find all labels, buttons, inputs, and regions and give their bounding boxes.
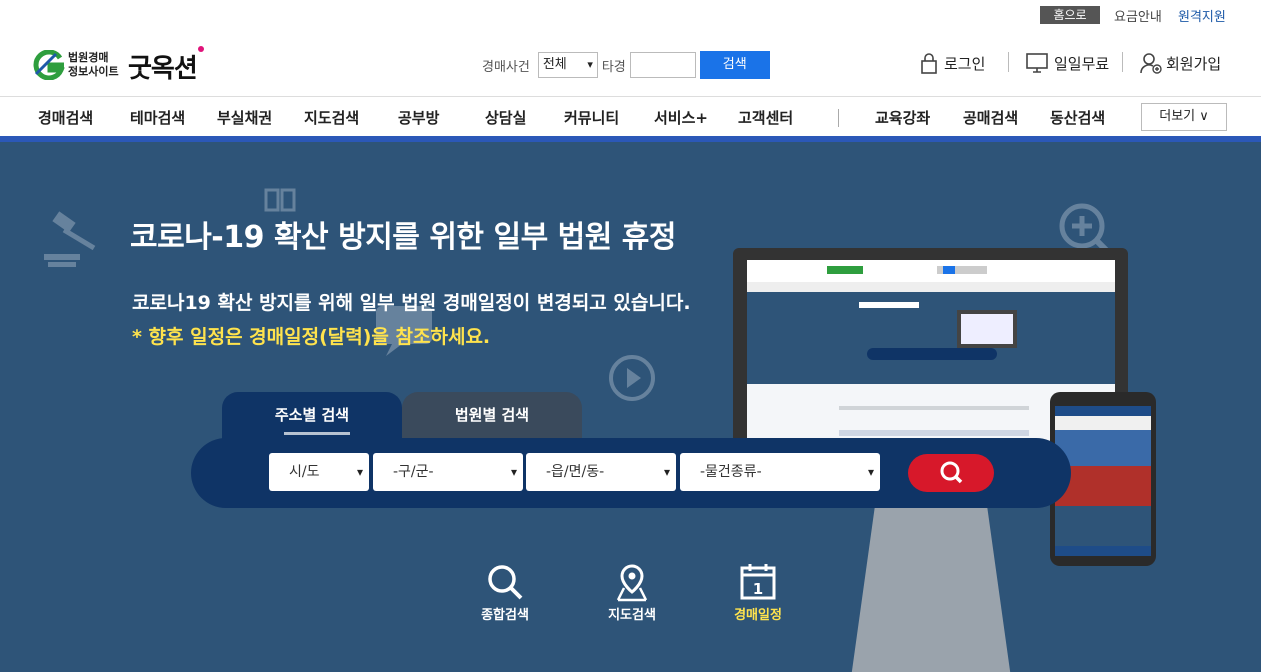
address-search-bar: 시/도 -구/군- -읍/면/동- -물건종류- xyxy=(191,438,1071,508)
hero-description: 코로나19 확산 방지를 위해 일부 법원 경매일정이 변경되고 있습니다. xyxy=(132,292,691,314)
case-number-input[interactable] xyxy=(629,52,696,78)
case-search-button[interactable]: 검색 xyxy=(699,51,770,79)
site-logo[interactable]: 법원경매 정보사이트 굿옥션 xyxy=(30,46,210,84)
hero-title: 코로나-19 확산 방지를 위한 일부 법원 휴정 xyxy=(130,220,676,255)
nav-item-public-auction[interactable]: 공매검색 xyxy=(963,107,1018,128)
more-button[interactable]: 더보기 ∨ xyxy=(1141,103,1227,131)
account-divider xyxy=(1122,52,1123,72)
sido-select[interactable]: 시/도 xyxy=(269,453,369,491)
book-icon xyxy=(264,188,296,212)
search-icon xyxy=(940,461,963,484)
nav-divider xyxy=(838,109,839,127)
case-search: 경매사건 전체 타경 검색 xyxy=(482,50,770,80)
nav-item-npl[interactable]: 부실채권 xyxy=(217,107,272,128)
property-type-select[interactable]: -물건종류- xyxy=(680,453,880,491)
daily-free-label: 일일무료 xyxy=(1054,54,1110,73)
nav-item-theme-search[interactable]: 테마검색 xyxy=(130,107,185,128)
map-pin-icon xyxy=(616,564,648,602)
case-search-label: 경매사건 xyxy=(482,59,530,75)
user-add-icon xyxy=(1140,53,1162,74)
tab-address-search[interactable]: 주소별 검색 xyxy=(222,392,402,440)
quick-schedule-label: 경매일정 xyxy=(734,608,782,623)
join-link[interactable]: 회원가입 xyxy=(1140,48,1221,78)
quick-map-label: 지도검색 xyxy=(608,608,656,623)
nav-item-education[interactable]: 교육강좌 xyxy=(875,107,930,128)
quick-total-label: 종합검색 xyxy=(481,608,529,623)
hero-note[interactable]: * 향후 일정은 경매일정(달력)을 참조하세요. xyxy=(132,322,490,349)
svg-text:1: 1 xyxy=(753,580,763,598)
quick-auction-schedule[interactable]: 1 경매일정 xyxy=(713,562,803,623)
header: 법원경매 정보사이트 굿옥션 경매사건 전체 타경 검색 로그인 일일무료 xyxy=(0,30,1261,96)
logo-mark-icon xyxy=(33,50,65,80)
quick-total-search[interactable]: 종합검색 xyxy=(460,562,550,623)
nav-item-map-search[interactable]: 지도검색 xyxy=(304,107,359,128)
quick-map-search[interactable]: 지도검색 xyxy=(587,562,677,623)
monitor-icon xyxy=(1026,53,1048,73)
remote-support-link[interactable]: 원격지원 xyxy=(1178,6,1226,25)
address-search-button[interactable] xyxy=(908,454,994,492)
dong-select[interactable]: -읍/면/동- xyxy=(526,453,676,491)
home-link[interactable]: 홈으로 xyxy=(1040,6,1100,24)
logo-line1: 법원경매 xyxy=(68,51,109,64)
play-icon xyxy=(609,355,655,401)
top-utility-bar: 홈으로 요금안내 원격지원 xyxy=(0,0,1261,30)
logo-dot xyxy=(198,46,204,52)
account-divider xyxy=(1008,52,1009,72)
tab-court-search[interactable]: 법원별 검색 xyxy=(402,392,582,440)
nav-item-movables[interactable]: 동산검색 xyxy=(1050,107,1105,128)
calendar-icon: 1 xyxy=(740,564,776,600)
nav-item-consult[interactable]: 상담실 xyxy=(485,107,526,128)
lock-icon xyxy=(921,53,937,74)
fee-info-link[interactable]: 요금안내 xyxy=(1114,6,1162,25)
nav-item-support[interactable]: 고객센터 xyxy=(738,107,793,128)
magnifier-icon xyxy=(488,565,523,600)
hero-banner: 코로나-19 확산 방지를 위한 일부 법원 휴정 코로나19 확산 방지를 위… xyxy=(0,142,1261,672)
logo-line2: 정보사이트 xyxy=(68,65,119,78)
case-court-select[interactable]: 전체 xyxy=(537,52,598,78)
gavel-icon xyxy=(44,211,96,267)
nav-item-community[interactable]: 커뮤니티 xyxy=(564,107,619,128)
daily-free-link[interactable]: 일일무료 xyxy=(1026,48,1109,78)
nav-item-auction-search[interactable]: 경매검색 xyxy=(38,107,93,128)
login-label: 로그인 xyxy=(944,54,986,73)
logo-brand: 굿옥션 xyxy=(128,54,198,84)
nav-item-study[interactable]: 공부방 xyxy=(398,107,439,128)
main-nav: 경매검색 테마검색 부실채권 지도검색 공부방 상담실 커뮤니티 서비스+ 고객… xyxy=(0,96,1261,136)
nav-item-services[interactable]: 서비스+ xyxy=(654,107,708,128)
gugun-select[interactable]: -구/군- xyxy=(373,453,523,491)
login-link[interactable]: 로그인 xyxy=(920,48,985,78)
join-label: 회원가입 xyxy=(1166,54,1222,73)
case-number-label: 타경 xyxy=(601,59,626,75)
